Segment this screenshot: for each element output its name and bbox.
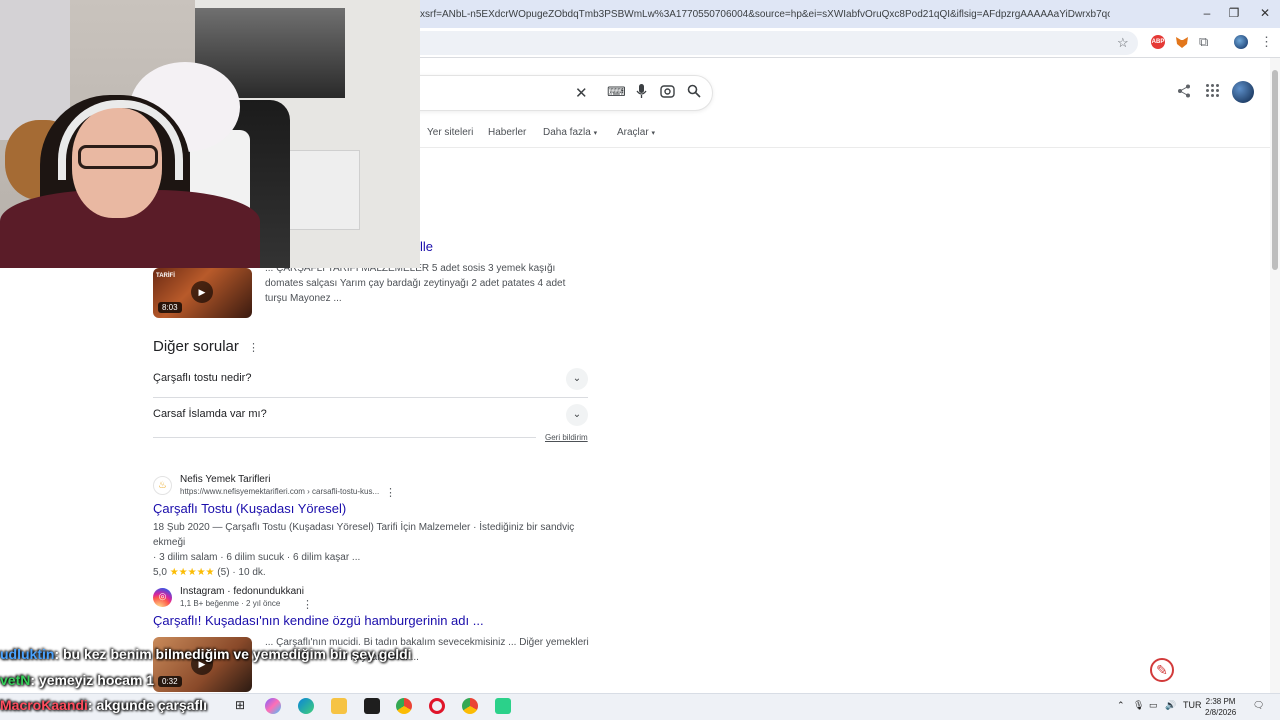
chat-text: : akgunde çarşaflı	[87, 697, 207, 713]
copilot-icon[interactable]	[265, 698, 281, 714]
thumbnail-label: TARİFİ	[156, 273, 175, 279]
video-duration: 8:03	[158, 302, 182, 313]
browser-profile-avatar[interactable]	[1234, 35, 1248, 49]
chrome-icon[interactable]	[396, 698, 412, 714]
chat-message: vetN: yemeyiz hocam 1	[0, 672, 154, 688]
video-result-title[interactable]: lle	[420, 239, 433, 254]
result-title[interactable]: Çarşaflı Tostu (Kuşadası Yöresel)	[153, 501, 346, 516]
result-site-name[interactable]: Nefis Yemek Tarifleri	[180, 474, 270, 485]
metamask-extension-icon[interactable]	[1175, 35, 1189, 49]
microphone-icon[interactable]	[636, 84, 647, 103]
chat-text: : yemeyiz hocam 1	[30, 672, 155, 688]
chat-username: udluktin	[0, 646, 55, 662]
more-options-icon[interactable]: ⋮	[248, 341, 259, 354]
chevron-down-icon[interactable]: ⌄	[566, 404, 588, 426]
url-text[interactable]: xsrf=ANbL-n5EXdcrWOpugeZObdqTmb3PSBWmLw%…	[420, 9, 1110, 20]
restore-button[interactable]: ❐	[1219, 6, 1249, 20]
result-rating-row: 5,0 ★★★★★ (5) · 10 dk.	[153, 565, 593, 580]
extensions-puzzle-icon[interactable]: ⧉	[1199, 35, 1213, 49]
lens-camera-icon[interactable]	[660, 84, 675, 103]
caret-down-icon: ▾	[651, 130, 655, 137]
instagram-icon: ◎	[153, 588, 172, 607]
webcam-overlay	[0, 0, 420, 268]
notification-icon[interactable]: 🗨	[1253, 700, 1264, 711]
url-field[interactable]	[400, 31, 1138, 55]
faq-item[interactable]: Çarşaflı tostu nedir? ⌄	[153, 362, 588, 398]
edge-icon[interactable]	[298, 698, 314, 714]
language-indicator[interactable]: TUR	[1183, 700, 1202, 710]
play-icon: ▶	[191, 281, 213, 303]
result-meta: 1,1 B+ beğenme · 2 yıl önce	[180, 599, 281, 608]
tray-chevron-icon[interactable]: ⌃	[1117, 700, 1125, 711]
tab-more-label: Daha fazla	[543, 127, 591, 138]
network-icon[interactable]: ▭	[1149, 700, 1158, 711]
tab-tools-label: Araçlar	[617, 127, 649, 138]
feedback-link[interactable]: Geri bildirim	[545, 433, 588, 442]
keyboard-icon[interactable]: ⌨	[607, 84, 626, 100]
clear-search-icon[interactable]: ✕	[575, 84, 588, 102]
adblock-extension-icon[interactable]: ABP	[1151, 35, 1165, 49]
file-explorer-icon[interactable]	[331, 698, 347, 714]
divider	[153, 437, 536, 438]
tab-places[interactable]: Yer siteleri	[427, 127, 473, 138]
google-account-avatar[interactable]	[1232, 81, 1254, 103]
chat-username: vetN	[0, 672, 31, 688]
result-url[interactable]: https://www.nefisyemektarifleri.com › ca…	[180, 487, 379, 496]
screen: – ❐ ✕ xsrf=ANbL-n5EXdcrWOpugeZObdqTmb3PS…	[0, 0, 1280, 720]
scroll-thumb[interactable]	[1272, 70, 1278, 270]
chrome-active-icon[interactable]	[462, 698, 478, 714]
chevron-down-icon[interactable]: ⌄	[566, 368, 588, 390]
app-icon[interactable]	[495, 698, 511, 714]
faq-item[interactable]: Carsaf İslamda var mı? ⌄	[153, 398, 588, 434]
star-rating-icon: ★★★★★	[169, 567, 215, 578]
nefis-site-icon: ♨	[153, 476, 172, 495]
share-icon[interactable]	[1177, 84, 1191, 102]
faq-question: Carsaf İslamda var mı?	[153, 408, 267, 420]
caret-down-icon: ▾	[593, 130, 598, 137]
clock-time: 2:38 PM	[1205, 697, 1236, 706]
review-count: (5)	[217, 567, 230, 578]
task-view-icon[interactable]: ⊞	[232, 698, 248, 714]
video-duration: 0:32	[158, 676, 182, 687]
microphone-tray-icon[interactable]: 🎙	[1133, 700, 1144, 711]
result-site-name[interactable]: Instagram · fedonundukkani	[180, 586, 304, 597]
pen-tool-icon[interactable]: ✎	[1150, 658, 1174, 682]
result-snippet-line: 18 Şub 2020 — Çarşaflı Tostu (Kuşadası Y…	[153, 522, 575, 548]
cook-time: · 10 dk.	[232, 567, 266, 578]
clock-date: 2/8/2026	[1205, 708, 1237, 717]
tab-more[interactable]: Daha fazla ▾	[543, 127, 597, 138]
tab-tools[interactable]: Araçlar ▾	[617, 127, 655, 138]
opera-icon[interactable]	[429, 698, 445, 714]
volume-icon[interactable]: 🔊	[1165, 700, 1176, 711]
browser-menu-icon[interactable]: ⋮	[1260, 35, 1274, 49]
close-window-button[interactable]: ✕	[1250, 6, 1280, 20]
result-options-icon[interactable]: ⋮	[385, 486, 396, 499]
faq-question: Çarşaflı tostu nedir?	[153, 372, 252, 384]
people-also-ask-title: Diğer sorular	[153, 338, 239, 355]
result-snippet-line: · 3 dilim salam · 6 dilim sucuk · 6 dili…	[153, 552, 361, 563]
tab-news[interactable]: Haberler	[488, 127, 526, 138]
rating-value: 5,0	[153, 567, 167, 578]
search-icon[interactable]	[687, 84, 701, 102]
tabs-divider	[420, 147, 1270, 148]
result-title[interactable]: Çarşaflı! Kuşadası'nın kendine özgü hamb…	[153, 613, 484, 628]
video-thumbnail[interactable]: TARİFİ ▶ 8:03	[153, 268, 252, 318]
chat-message: MacroKaandi: akgunde çarşaflı	[0, 697, 207, 713]
google-apps-icon[interactable]	[1206, 84, 1220, 98]
chat-text: : bu kez benim bilmediğim ve yemediğim b…	[54, 646, 412, 662]
store-icon[interactable]	[364, 698, 380, 714]
bookmark-star-icon[interactable]: ☆	[1117, 35, 1129, 51]
page-scrollbar[interactable]	[1270, 58, 1280, 693]
chat-message: udluktin: bu kez benim bilmediğim ve yem…	[0, 646, 412, 662]
result-snippet: 18 Şub 2020 — Çarşaflı Tostu (Kuşadası Y…	[153, 520, 593, 580]
result-options-icon[interactable]: ⋮	[302, 598, 313, 611]
minimize-button[interactable]: –	[1192, 6, 1222, 20]
taskbar-clock[interactable]: 2:38 PM 2/8/2026	[1205, 696, 1236, 718]
chat-username: MacroKaandi	[0, 697, 88, 713]
